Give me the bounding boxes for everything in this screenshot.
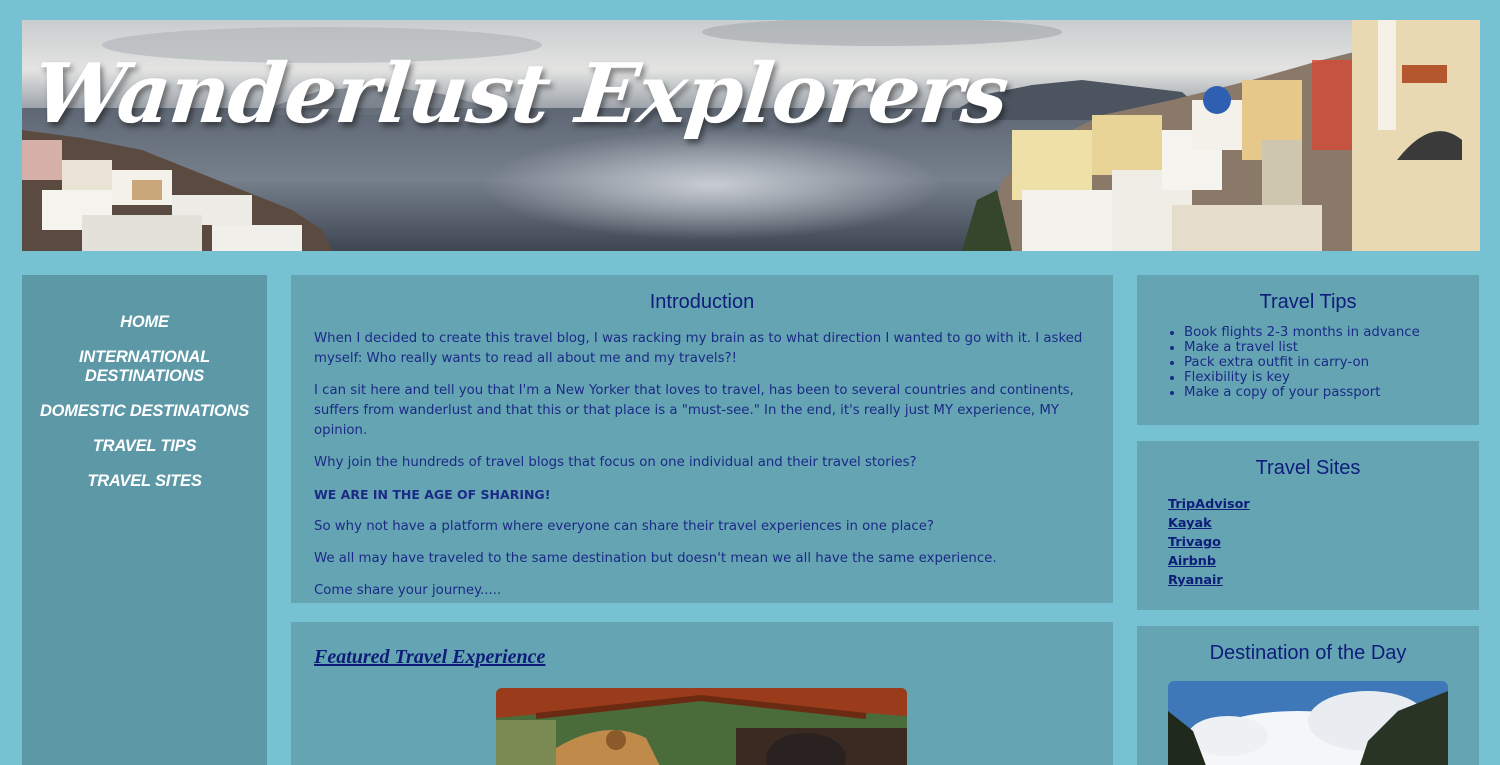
intro-paragraph: When I decided to create this travel blo… (314, 331, 1083, 366)
travel-tips-heading: Travel Tips (1259, 291, 1357, 313)
introduction-heading: Introduction (649, 291, 755, 313)
nav-item-travel-tips[interactable]: TRAVEL TIPS (22, 437, 267, 456)
intro-paragraph: So why not have a platform where everyon… (314, 519, 934, 534)
travel-sites-list: TripAdvisor Kayak Trivago Airbnb Ryanair (1153, 495, 1463, 590)
sidebar-nav: HOME INTERNATIONAL DESTINATIONS DOMESTIC… (22, 275, 267, 765)
featured-travel-experience-link[interactable]: Featured Travel Experience (314, 646, 545, 669)
tip-item: Make a copy of your passport (1184, 385, 1463, 400)
destination-photo (1168, 681, 1448, 765)
introduction-panel: Introduction When I decided to create th… (291, 275, 1113, 603)
destination-of-the-day-panel: Destination of the Day (1137, 626, 1479, 765)
travel-tips-panel: Travel Tips Book flights 2-3 months in a… (1137, 275, 1479, 425)
destination-heading: Destination of the Day (1209, 642, 1407, 664)
site-link-tripadvisor[interactable]: TripAdvisor (1168, 495, 1463, 514)
destination-photo-image (1168, 681, 1448, 765)
tip-item: Make a travel list (1184, 340, 1463, 355)
intro-paragraph: I can sit here and tell you that I'm a N… (314, 383, 1074, 438)
nav-item-home[interactable]: HOME (22, 313, 267, 332)
featured-panel: Featured Travel Experience (291, 622, 1113, 765)
tip-item: Flexibility is key (1184, 370, 1463, 385)
site-title: Wanderlust Explorers (28, 46, 1013, 142)
site-link-trivago[interactable]: Trivago (1168, 533, 1463, 552)
intro-paragraph: Come share your journey..... (314, 583, 502, 598)
tip-item: Pack extra outfit in carry-on (1184, 355, 1463, 370)
nav-item-international-destinations[interactable]: INTERNATIONAL DESTINATIONS (22, 348, 267, 386)
travel-sites-heading: Travel Sites (1255, 457, 1361, 479)
site-link-kayak[interactable]: Kayak (1168, 514, 1463, 533)
featured-photo-image (496, 688, 907, 765)
travel-tips-list: Book flights 2-3 months in advance Make … (1153, 325, 1463, 400)
featured-photo (496, 688, 907, 765)
nav-item-domestic-destinations[interactable]: DOMESTIC DESTINATIONS (22, 402, 267, 421)
header-banner: Wanderlust Explorers (22, 20, 1480, 251)
intro-paragraph: WE ARE IN THE AGE OF SHARING! (314, 487, 551, 502)
tip-item: Book flights 2-3 months in advance (1184, 325, 1463, 340)
travel-sites-panel: Travel Sites TripAdvisor Kayak Trivago A… (1137, 441, 1479, 610)
intro-paragraph: Why join the hundreds of travel blogs th… (314, 455, 917, 470)
nav-item-travel-sites[interactable]: TRAVEL SITES (22, 472, 267, 491)
site-link-ryanair[interactable]: Ryanair (1168, 571, 1463, 590)
site-link-airbnb[interactable]: Airbnb (1168, 552, 1463, 571)
intro-paragraph: We all may have traveled to the same des… (314, 551, 997, 566)
